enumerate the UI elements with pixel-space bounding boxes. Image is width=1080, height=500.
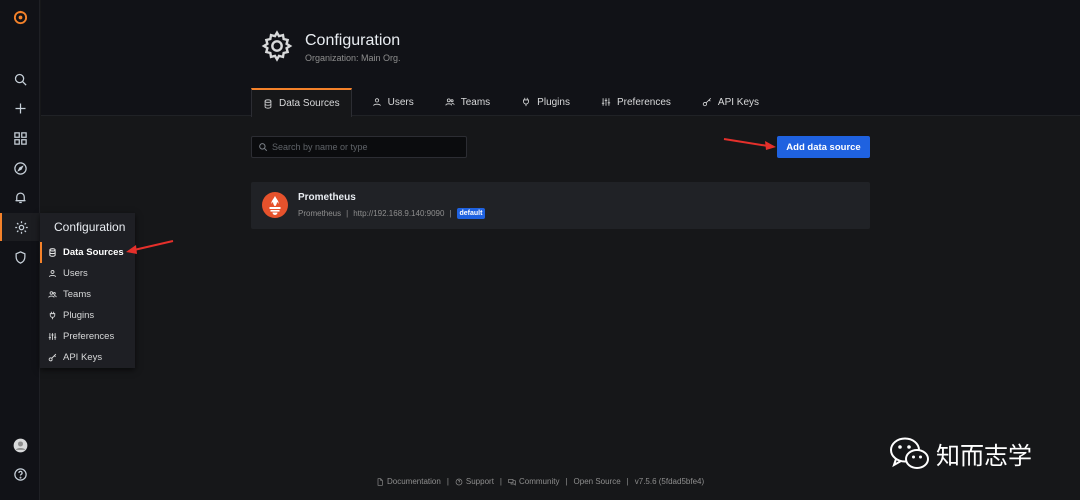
- flyout-item-label: API Keys: [63, 352, 103, 363]
- separator: |: [626, 477, 629, 486]
- datasource-type: Prometheus: [298, 209, 342, 218]
- footer-support-link[interactable]: Support: [466, 477, 494, 486]
- watermark: 知而志学: [890, 436, 1032, 471]
- support-icon: [455, 478, 463, 485]
- grafana-logo-icon[interactable]: [0, 3, 40, 31]
- flyout-item-users[interactable]: Users: [40, 263, 135, 284]
- gear-icon: [261, 30, 293, 62]
- tab-users[interactable]: Users: [361, 88, 425, 116]
- separator: |: [346, 209, 349, 218]
- wechat-icon: [890, 437, 929, 469]
- flyout-item-label: Preferences: [63, 331, 115, 342]
- search-box: [251, 136, 467, 158]
- plus-icon[interactable]: [0, 94, 40, 122]
- key-icon: [48, 353, 57, 362]
- gear-icon[interactable]: [0, 213, 40, 241]
- tab-label: Data Sources: [279, 98, 340, 109]
- user-icon: [49, 270, 56, 278]
- flyout-item-preferences[interactable]: Preferences: [40, 326, 135, 347]
- plug-icon: [523, 97, 530, 107]
- separator: |: [565, 477, 568, 486]
- separator: |: [449, 209, 452, 218]
- tab-label: Plugins: [537, 96, 570, 108]
- tab-api-keys[interactable]: API Keys: [691, 88, 770, 116]
- page-footer: Documentation | Support | Community | Op…: [376, 477, 704, 486]
- separator: |: [499, 477, 502, 486]
- tab-plugins[interactable]: Plugins: [510, 88, 581, 116]
- flyout-item-label: Plugins: [63, 310, 95, 321]
- users-icon: [48, 291, 57, 298]
- flyout-title[interactable]: Configuration: [40, 213, 135, 242]
- add-data-source-button[interactable]: Add data source: [777, 136, 870, 158]
- footer-open-source-link[interactable]: Open Source: [574, 477, 621, 486]
- tab-label: Teams: [460, 96, 491, 108]
- datasource-card[interactable]: Prometheus Prometheus | http://192.168.9…: [251, 182, 870, 229]
- plug-icon: [49, 311, 56, 320]
- key-icon: [702, 97, 711, 107]
- tab-bar: Data Sources Users Teams Plugins Prefere…: [251, 88, 779, 117]
- community-icon: [508, 478, 516, 486]
- database-icon: [264, 98, 272, 109]
- explore-compass-icon[interactable]: [0, 154, 40, 182]
- help-icon[interactable]: [0, 460, 40, 488]
- flyout-item-teams[interactable]: Teams: [40, 284, 135, 305]
- footer-documentation-link[interactable]: Documentation: [387, 477, 441, 486]
- shield-icon[interactable]: [0, 243, 40, 271]
- page-subtitle: Organization: Main Org.: [305, 53, 401, 63]
- users-icon: [445, 98, 455, 106]
- datasource-meta: Prometheus | http://192.168.9.140:9090 |…: [298, 208, 486, 219]
- database-icon: [49, 248, 56, 257]
- user-icon: [372, 98, 381, 106]
- flyout-item-label: Users: [63, 268, 88, 279]
- sliders-icon: [601, 98, 611, 106]
- tab-data-sources[interactable]: Data Sources: [251, 88, 352, 117]
- search-icon: [259, 143, 268, 152]
- flyout-item-label: Teams: [63, 289, 91, 300]
- tab-teams[interactable]: Teams: [434, 88, 501, 116]
- datasource-url: http://192.168.9.140:9090: [353, 209, 445, 218]
- footer-community-link[interactable]: Community: [519, 477, 559, 486]
- annotation-arrow: [126, 240, 174, 254]
- configuration-flyout-menu: Configuration Data Sources Users Teams P…: [40, 213, 135, 368]
- search-input[interactable]: [272, 142, 452, 152]
- flyout-item-data-sources[interactable]: Data Sources: [40, 242, 135, 263]
- flyout-item-label: Data Sources: [63, 247, 124, 258]
- datasource-name[interactable]: Prometheus: [298, 192, 356, 203]
- tab-label: Preferences: [616, 96, 671, 108]
- alert-bell-icon[interactable]: [0, 183, 40, 211]
- sidebar: [0, 0, 40, 500]
- tab-preferences[interactable]: Preferences: [590, 88, 682, 116]
- search-icon[interactable]: [0, 65, 40, 93]
- tab-label: API Keys: [717, 96, 760, 108]
- prometheus-logo-icon: [262, 192, 288, 218]
- flyout-item-api-keys[interactable]: API Keys: [40, 347, 135, 368]
- user-avatar-icon[interactable]: [0, 431, 40, 459]
- default-badge: default: [456, 208, 486, 219]
- dashboards-icon[interactable]: [0, 124, 40, 152]
- tab-label: Users: [387, 96, 414, 108]
- watermark-text: 知而志学: [936, 442, 1032, 470]
- flyout-item-plugins[interactable]: Plugins: [40, 305, 135, 326]
- document-icon: [377, 477, 383, 486]
- footer-version: v7.5.6 (5fdad5bfe4): [634, 477, 705, 486]
- page-title: Configuration: [305, 32, 401, 49]
- annotation-arrow: [723, 138, 776, 150]
- sliders-icon: [48, 333, 57, 340]
- separator: |: [446, 477, 449, 486]
